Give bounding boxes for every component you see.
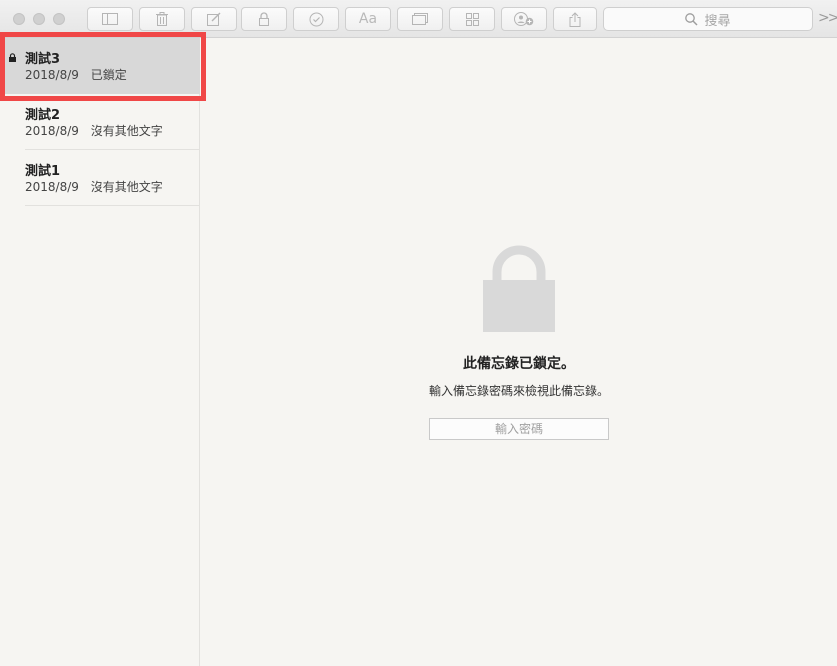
format-button[interactable]: Aa (345, 7, 391, 31)
note-date: 2018/8/9 (25, 68, 79, 82)
share-button[interactable] (553, 7, 597, 31)
checkmark-circle-icon (309, 12, 323, 26)
note-date: 2018/8/9 (25, 180, 79, 194)
share-icon (569, 11, 581, 27)
search-icon (685, 12, 699, 26)
grid-icon (465, 12, 479, 26)
checklist-button[interactable] (293, 7, 339, 31)
padlock-icon (483, 245, 555, 332)
note-list-item[interactable]: 測試1 2018/8/9 沒有其他文字 (0, 150, 200, 206)
note-content-pane: 此備忘錄已鎖定。 輸入備忘錄密碼來檢視此備忘錄。 (201, 38, 837, 666)
lock-button[interactable] (241, 7, 287, 31)
sidebar-toggle-button[interactable] (87, 7, 133, 31)
search-placeholder: 搜尋 (704, 13, 731, 29)
notes-list: 測試3 2018/8/9 已鎖定 測試2 2018/8/9 沒有其他文字 測試1… (0, 38, 200, 666)
compose-button[interactable] (191, 7, 237, 31)
note-meta: 2018/8/9 已鎖定 (25, 66, 127, 83)
delete-button[interactable] (139, 7, 185, 31)
note-meta: 2018/8/9 沒有其他文字 (25, 178, 163, 195)
divider (25, 205, 200, 206)
note-preview: 已鎖定 (90, 68, 127, 82)
lock-icon (259, 12, 269, 26)
note-preview: 沒有其他文字 (90, 180, 163, 194)
minimize-window-button[interactable] (33, 13, 45, 25)
note-list-item[interactable]: 測試2 2018/8/9 沒有其他文字 (0, 94, 200, 150)
note-list-item[interactable]: 測試3 2018/8/9 已鎖定 (0, 38, 200, 94)
note-preview: 沒有其他文字 (90, 124, 163, 138)
zoom-window-button[interactable] (53, 13, 65, 25)
toolbar: Aa 搜尋 >> (0, 0, 837, 38)
toolbar-overflow-icon[interactable]: >> (818, 10, 837, 26)
lock-icon (9, 53, 16, 62)
note-meta: 2018/8/9 沒有其他文字 (25, 122, 163, 139)
media-icon (412, 13, 428, 25)
sidebar-icon (102, 13, 118, 25)
note-title: 測試1 (25, 164, 61, 179)
note-date: 2018/8/9 (25, 124, 79, 138)
add-people-button[interactable] (501, 7, 547, 31)
note-title: 測試2 (25, 108, 61, 123)
locked-subtitle: 輸入備忘錄密碼來檢視此備忘錄。 (428, 384, 609, 398)
table-button[interactable] (449, 7, 495, 31)
password-input[interactable] (429, 418, 609, 440)
add-person-icon (514, 12, 534, 26)
attachment-browser-button[interactable] (397, 7, 443, 31)
note-title: 測試3 (25, 52, 61, 67)
format-label: Aa (358, 11, 378, 27)
search-field[interactable]: 搜尋 (603, 7, 813, 31)
compose-icon (207, 12, 221, 26)
locked-title: 此備忘錄已鎖定。 (463, 356, 575, 372)
close-window-button[interactable] (13, 13, 25, 25)
trash-icon (156, 12, 168, 26)
